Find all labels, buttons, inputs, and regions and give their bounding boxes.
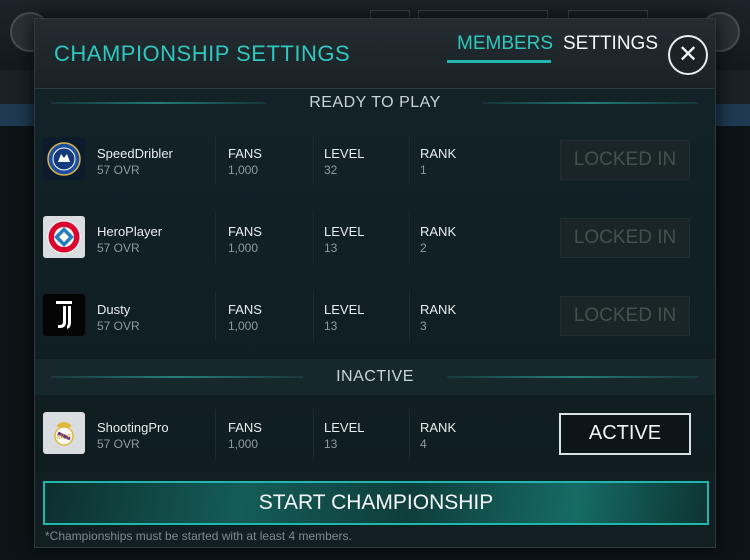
close-button[interactable]: ✕	[668, 35, 708, 75]
active-button[interactable]: ACTIVE	[559, 413, 691, 455]
level-label: LEVEL	[324, 302, 365, 317]
column-divider	[409, 291, 410, 341]
juventus-crest-icon	[43, 294, 85, 336]
real-madrid-crest-icon: MCF	[43, 412, 85, 454]
player-ovr: 57 OVR	[97, 241, 140, 255]
level-label: LEVEL	[324, 146, 365, 161]
column-divider	[215, 135, 216, 185]
player-ovr: 57 OVR	[97, 163, 140, 177]
level-value: 32	[324, 163, 338, 177]
rank-label: RANK	[420, 420, 457, 435]
fans-label: FANS	[228, 224, 262, 239]
section-label: INACTIVE	[336, 368, 414, 385]
modal-header: CHAMPIONSHIP SETTINGS MEMBERS SETTINGS ✕	[35, 19, 715, 89]
column-divider	[215, 409, 216, 459]
fans-value: 1,000	[228, 163, 259, 177]
locked-in-button: LOCKED IN	[560, 218, 690, 258]
close-icon: ✕	[677, 41, 699, 68]
column-divider	[313, 135, 314, 185]
rank-value: 2	[420, 241, 427, 255]
modal-title: CHAMPIONSHIP SETTINGS	[54, 41, 351, 66]
column-divider	[409, 213, 410, 263]
fans-label: FANS	[228, 420, 262, 435]
fans-value: 1,000	[228, 319, 259, 333]
rank-value: 4	[420, 437, 427, 451]
rank-label: RANK	[420, 302, 457, 317]
column-divider	[313, 409, 314, 459]
level-value: 13	[324, 437, 338, 451]
fans-value: 1,000	[228, 437, 259, 451]
member-row: HeroPlayer 57 OVR FANS 1,000 LEVEL 13 RA…	[35, 199, 715, 277]
member-row: SpeedDribler 57 OVR FANS 1,000 LEVEL 32 …	[35, 121, 715, 199]
player-name: HeroPlayer	[97, 224, 163, 239]
fans-label: FANS	[228, 302, 262, 317]
member-row: MCF ShootingPro 57 OVR FANS 1,000 LEVEL …	[35, 395, 715, 473]
championship-settings-modal: CHAMPIONSHIP SETTINGS MEMBERS SETTINGS ✕…	[34, 18, 716, 548]
column-divider	[215, 213, 216, 263]
column-divider	[409, 409, 410, 459]
locked-in-button: LOCKED IN	[560, 296, 690, 336]
rank-label: RANK	[420, 224, 457, 239]
level-value: 13	[324, 241, 338, 255]
tab-members[interactable]: MEMBERS	[447, 31, 553, 63]
ready-section-header: READY TO PLAY	[35, 89, 715, 117]
player-ovr: 57 OVR	[97, 319, 140, 333]
column-divider	[409, 135, 410, 185]
chelsea-crest-icon	[43, 138, 85, 180]
divider	[447, 376, 699, 378]
level-label: LEVEL	[324, 420, 365, 435]
section-label: READY TO PLAY	[309, 94, 441, 111]
rank-label: RANK	[420, 146, 457, 161]
svg-text:MCF: MCF	[56, 434, 71, 441]
divider	[483, 102, 699, 104]
column-divider	[313, 213, 314, 263]
locked-in-button: LOCKED IN	[560, 140, 690, 180]
start-championship-button[interactable]: START CHAMPIONSHIP	[43, 481, 709, 525]
divider	[51, 376, 303, 378]
level-value: 13	[324, 319, 338, 333]
divider	[51, 102, 267, 104]
rank-value: 3	[420, 319, 427, 333]
column-divider	[215, 291, 216, 341]
fans-label: FANS	[228, 146, 262, 161]
members-list: READY TO PLAY SpeedDribler 57 OVR FANS 1…	[35, 89, 715, 473]
tab-settings[interactable]: SETTINGS	[553, 31, 658, 63]
player-name: SpeedDribler	[97, 146, 173, 161]
footnote: *Championships must be started with at l…	[45, 529, 352, 543]
rank-value: 1	[420, 163, 427, 177]
column-divider	[313, 291, 314, 341]
level-label: LEVEL	[324, 224, 365, 239]
member-row: Dusty 57 OVR FANS 1,000 LEVEL 13 RANK 3 …	[35, 277, 715, 355]
fans-value: 1,000	[228, 241, 259, 255]
player-name: ShootingPro	[97, 420, 169, 435]
player-ovr: 57 OVR	[97, 437, 140, 451]
bayern-crest-icon	[43, 216, 85, 258]
player-name: Dusty	[97, 302, 131, 317]
inactive-section-header: INACTIVE	[35, 363, 715, 391]
